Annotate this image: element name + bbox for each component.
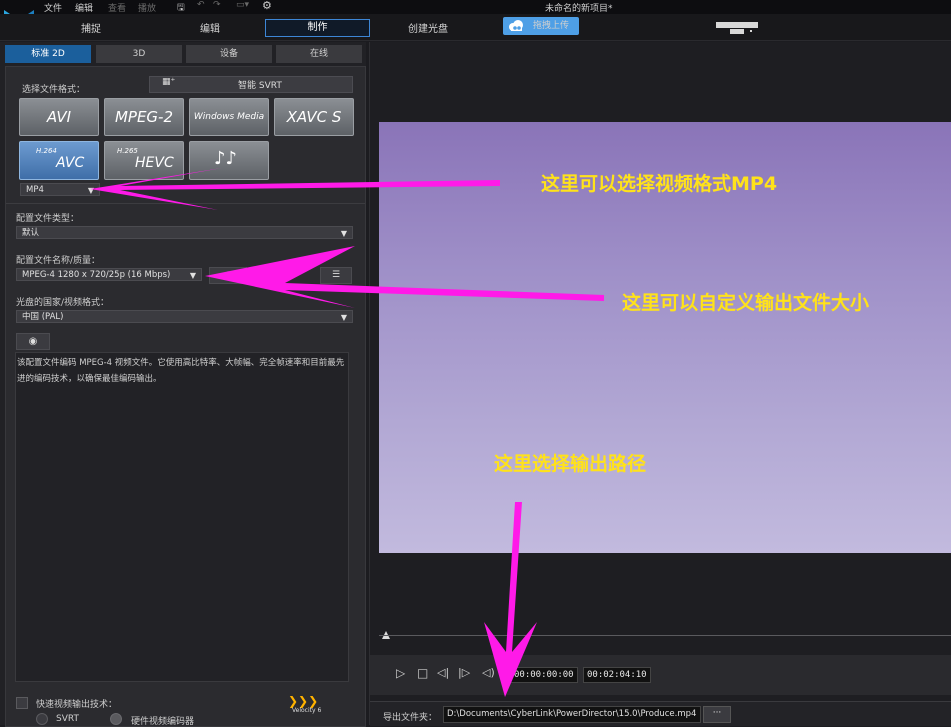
arrow-path bbox=[484, 502, 537, 697]
annotation-arrows bbox=[90, 168, 604, 697]
arrow-format bbox=[90, 168, 500, 210]
annotation-format: 这里可以选择视频格式MP4 bbox=[541, 173, 778, 195]
arrow-size bbox=[205, 246, 604, 308]
annotation-size: 这里可以自定义输出文件大小 bbox=[622, 292, 870, 314]
annotation-path: 这里选择输出路径 bbox=[494, 453, 647, 475]
